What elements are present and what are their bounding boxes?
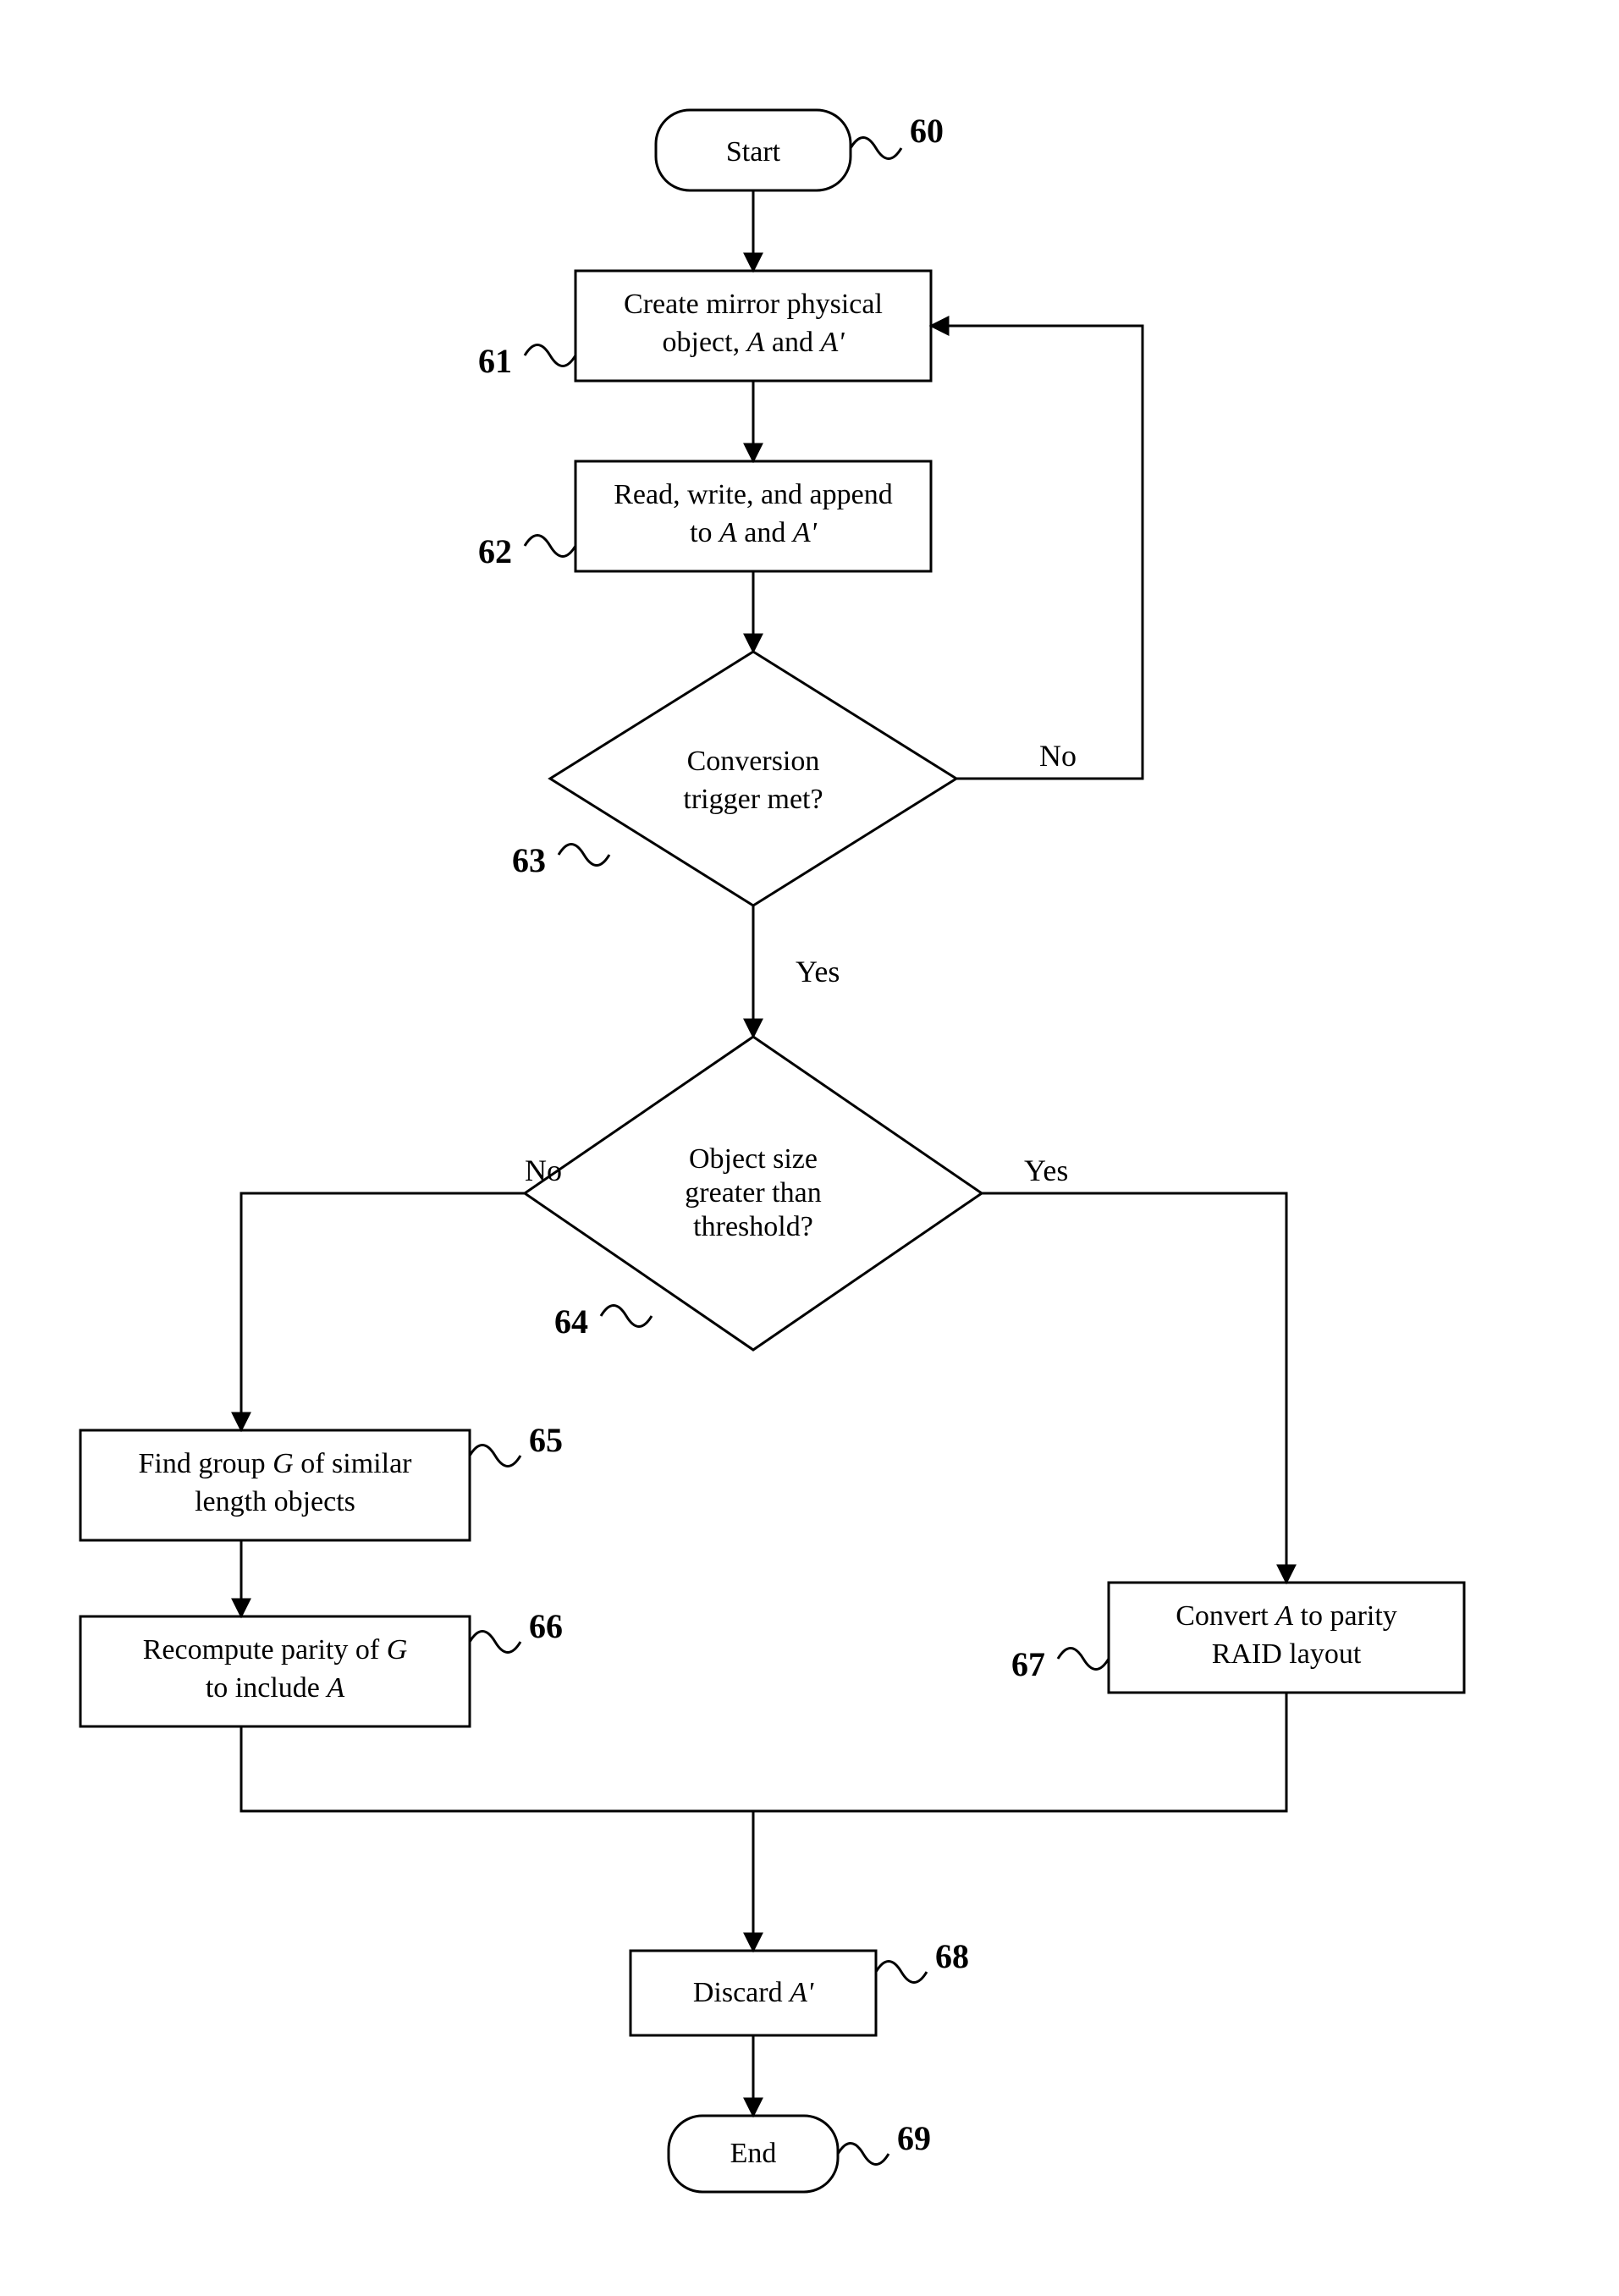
create-line1: Create mirror physical — [624, 289, 883, 320]
ref-65: 65 — [529, 1421, 563, 1459]
merge-left — [241, 1726, 753, 1811]
label-size-no: No — [525, 1154, 562, 1187]
label-size-yes: Yes — [1024, 1154, 1068, 1187]
arrow-trig-no — [931, 326, 1143, 779]
start-text: Start — [726, 136, 781, 168]
node-convert: Convert A to parity RAID layout 67 — [1011, 1583, 1464, 1693]
node-start: Start 60 — [656, 110, 944, 190]
arrow-size-no — [241, 1193, 525, 1430]
ref-60: 60 — [910, 112, 944, 150]
end-text: End — [730, 2138, 777, 2169]
rw-line2: to A and A' — [690, 517, 818, 548]
ref-68: 68 — [935, 1937, 969, 1975]
node-trig: Conversion trigger met? 63 — [512, 652, 956, 906]
node-recompute: Recompute parity of G to include A 66 — [80, 1607, 563, 1726]
node-size: Object size greater than threshold? 64 — [525, 1037, 982, 1350]
flowchart: Start 60 Create mirror physical object, … — [0, 0, 1619, 2296]
size-line2: greater than — [685, 1177, 821, 1209]
ref-62: 62 — [478, 532, 512, 570]
ref-63: 63 — [512, 841, 546, 879]
node-rw: Read, write, and append to A and A' 62 — [478, 461, 931, 571]
merge-right — [753, 1693, 1286, 1811]
ref-64: 64 — [554, 1302, 588, 1341]
node-find: Find group G of similar length objects 6… — [80, 1421, 563, 1540]
label-trig-yes: Yes — [796, 955, 840, 988]
size-line3: threshold? — [693, 1211, 813, 1242]
trig-line2: trigger met? — [683, 784, 823, 815]
label-trig-no: No — [1039, 739, 1077, 773]
size-line1: Object size — [689, 1143, 818, 1175]
ref-61: 61 — [478, 342, 512, 380]
node-create: Create mirror physical object, A and A' … — [478, 271, 931, 381]
rw-line1: Read, write, and append — [614, 479, 893, 510]
recompute-line1: Recompute parity of G — [143, 1634, 408, 1666]
recompute-line2: to include A — [206, 1672, 345, 1704]
convert-line1: Convert A to parity — [1176, 1600, 1397, 1632]
find-line1: Find group G of similar — [138, 1448, 412, 1479]
convert-line2: RAID layout — [1212, 1638, 1362, 1670]
trig-line1: Conversion — [687, 746, 820, 777]
find-line2: length objects — [195, 1486, 355, 1517]
ref-66: 66 — [529, 1607, 563, 1645]
ref-67: 67 — [1011, 1645, 1045, 1683]
node-end: End 69 — [669, 2116, 931, 2192]
discard-line1: Discard A' — [693, 1977, 814, 2008]
create-line2: object, A and A' — [663, 327, 845, 358]
ref-69: 69 — [897, 2119, 931, 2157]
arrow-size-yes — [982, 1193, 1286, 1583]
node-discard: Discard A' 68 — [631, 1937, 969, 2035]
